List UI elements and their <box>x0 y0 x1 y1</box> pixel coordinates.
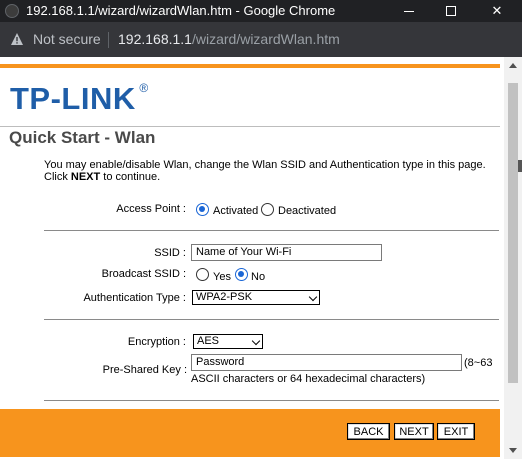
page-scrollbar[interactable] <box>504 57 522 459</box>
top-accent-stripe <box>0 64 500 68</box>
minimize-button[interactable] <box>388 0 430 22</box>
access-point-activated-radio[interactable] <box>196 203 209 216</box>
section-divider-3 <box>44 400 499 401</box>
auth-type-label: Authentication Type : <box>83 292 186 304</box>
broadcast-ssid-yes-radio[interactable] <box>196 268 209 281</box>
broadcast-ssid-no-label[interactable]: No <box>251 271 265 283</box>
minimize-icon <box>404 10 414 12</box>
access-point-deactivated-radio[interactable] <box>261 203 274 216</box>
chevron-down-icon <box>308 292 318 302</box>
psk-input[interactable]: Password <box>191 354 462 371</box>
window-title: 192.168.1.1/wizard/wizardWlan.htm - Goog… <box>26 3 336 18</box>
broadcast-ssid-no-radio[interactable] <box>235 268 248 281</box>
background-window-edge <box>518 160 522 172</box>
exit-button[interactable]: EXIT <box>437 423 475 440</box>
broadcast-ssid-yes-label[interactable]: Yes <box>213 271 231 283</box>
psk-hint-inline: (8~63 <box>464 357 493 369</box>
intro-line-2-suffix: to continue. <box>100 171 161 183</box>
tp-link-logo: TP-LINK ® <box>10 81 148 117</box>
page-favicon-icon <box>5 4 19 18</box>
encryption-label: Encryption : <box>127 336 186 348</box>
access-point-label: Access Point : <box>116 203 186 215</box>
url-path: /wizard/wizardWlan.htm <box>191 31 340 47</box>
ssid-input[interactable]: Name of Your Wi-Fi <box>191 244 382 261</box>
chevron-down-icon <box>251 336 261 346</box>
page-title: Quick Start - Wlan <box>9 128 156 147</box>
header-divider <box>0 126 500 127</box>
auth-type-value: WPA2-PSK <box>196 291 253 303</box>
intro-text: You may enable/disable Wlan, change the … <box>44 159 494 183</box>
psk-hint-line2: ASCII characters or 64 hexadecimal chara… <box>191 373 426 385</box>
intro-line-1: You may enable/disable Wlan, change the … <box>44 159 486 171</box>
maximize-button[interactable] <box>430 0 472 22</box>
section-divider-2 <box>44 319 499 320</box>
registered-mark: ® <box>139 81 149 95</box>
section-divider-1 <box>44 230 499 231</box>
router-wizard-page: TP-LINK ® Quick Start - Wlan You may enab… <box>0 57 504 459</box>
auth-type-select[interactable]: WPA2-PSK <box>192 290 320 305</box>
intro-line-2-bold: NEXT <box>70 171 101 183</box>
maximize-icon <box>446 6 456 16</box>
next-button[interactable]: NEXT <box>394 423 434 440</box>
scroll-thumb[interactable] <box>508 83 518 383</box>
security-status[interactable]: Not secure <box>33 31 101 47</box>
url-text[interactable]: 192.168.1.1/wizard/wizardWlan.htm <box>118 31 340 47</box>
intro-line-2: Click NEXT to continue. <box>44 171 494 183</box>
access-point-deactivated-label[interactable]: Deactivated <box>278 205 336 217</box>
browser-title-bar: 192.168.1.1/wizard/wizardWlan.htm - Goog… <box>0 0 522 22</box>
encryption-value: AES <box>197 335 220 347</box>
encryption-select[interactable]: AES <box>193 334 263 349</box>
logo-text: TP-LINK <box>10 81 136 116</box>
intro-line-2-prefix: Click <box>44 171 71 183</box>
ssid-label: SSID : <box>154 247 186 259</box>
broadcast-ssid-label: Broadcast SSID : <box>101 268 186 280</box>
address-divider <box>108 32 109 48</box>
close-icon: ✕ <box>491 3 503 18</box>
address-bar[interactable]: Not secure 192.168.1.1/wizard/wizardWlan… <box>0 22 522 57</box>
back-button[interactable]: BACK <box>347 423 390 440</box>
scroll-down-icon[interactable] <box>509 448 517 453</box>
close-window-button[interactable]: ✕ <box>472 0 522 22</box>
warning-icon[interactable] <box>10 32 24 46</box>
access-point-activated-label[interactable]: Activated <box>213 205 258 217</box>
url-host: 192.168.1.1 <box>118 31 192 47</box>
psk-label: Pre-Shared Key : <box>102 364 187 376</box>
scroll-up-icon[interactable] <box>509 63 517 68</box>
